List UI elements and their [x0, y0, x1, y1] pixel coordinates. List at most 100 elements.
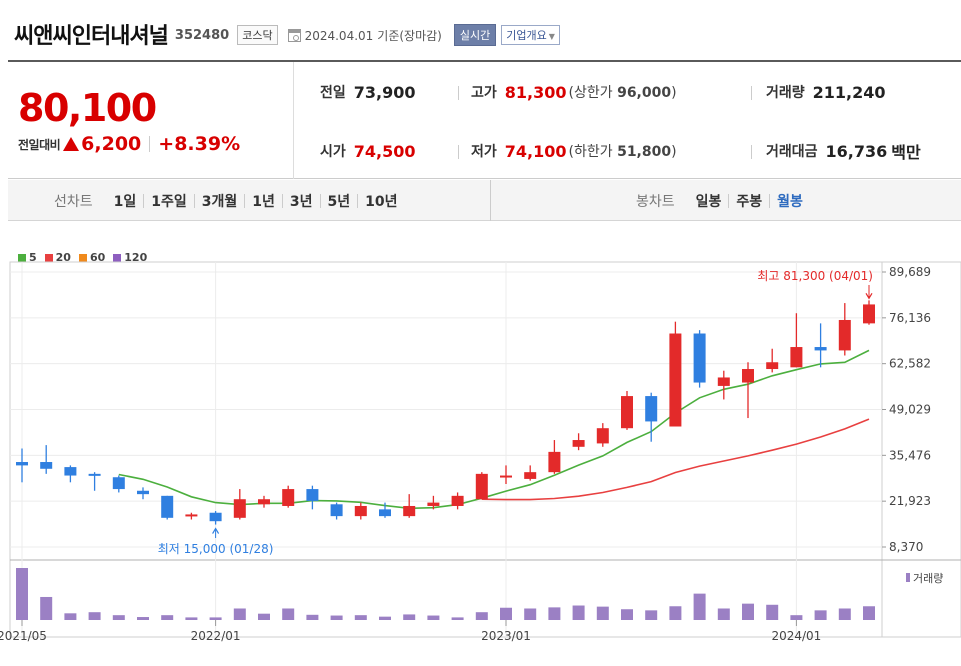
quote-panel: 80,100 전일대비 6,200 +8.39% 전일 73,900 고가 81… — [8, 60, 961, 179]
stock-code: 352480 — [174, 28, 230, 43]
volume-bar — [475, 612, 488, 620]
volume-bar — [693, 593, 706, 620]
candle-body — [258, 499, 270, 505]
candle-body — [16, 462, 28, 466]
candle-body — [40, 462, 53, 469]
change-value: 6,200 — [81, 133, 142, 155]
y-tick-label: 62,582 — [889, 357, 931, 371]
upper-limit-value: 96,000 — [617, 85, 672, 101]
min-annotation: 최저 15,000 (01/28) — [158, 542, 274, 556]
market-badge: 코스닥 — [237, 25, 278, 45]
candle-body — [451, 495, 464, 506]
low-price: 저가 74,100 (하한가 51,800) — [471, 139, 677, 163]
open-value: 74,500 — [353, 141, 416, 161]
candle-body — [838, 319, 851, 351]
candle-body — [64, 467, 77, 476]
high-price: 고가 81,300 (상한가 96,000) — [471, 80, 677, 104]
volume-bar — [451, 617, 464, 620]
candle-body — [475, 473, 488, 500]
realtime-button[interactable]: 실시간 — [453, 24, 497, 46]
tab-weekly[interactable]: 주봉 — [729, 191, 769, 211]
x-tick-label: 2022/01 — [191, 629, 241, 643]
lower-limit: (하한가 51,800) — [568, 144, 677, 160]
chevron-down-icon: ▼ — [548, 32, 555, 41]
tab-1y[interactable]: 1년 — [245, 191, 282, 211]
y-tick-label: 49,029 — [889, 403, 931, 417]
volume-bar — [209, 617, 222, 620]
divider — [751, 86, 752, 100]
candle-body — [572, 440, 585, 447]
company-overview-label: 기업개요 — [506, 29, 547, 42]
prev-close-label: 전일 — [320, 85, 346, 101]
volume-bar — [306, 614, 319, 620]
y-tick-label: 76,136 — [889, 311, 931, 325]
volume-bar — [814, 610, 827, 620]
stock-name: 씨앤씨인터내셔널 — [14, 24, 169, 49]
volume-bar — [161, 615, 174, 620]
divider — [490, 180, 491, 221]
candle-body — [354, 505, 367, 517]
volume-bar — [330, 615, 343, 620]
volume-bar — [500, 607, 512, 620]
volume-bar — [379, 616, 391, 620]
volume-bar — [427, 615, 440, 620]
volume-bar — [863, 606, 875, 620]
candlestick-chart: 8,370 21,923 35,476 49,029 62,582 76,136 89,68… — [0, 261, 961, 643]
volume-bar — [403, 614, 416, 620]
amount-label: 거래대금 — [766, 144, 818, 160]
volume: 거래량 211,240 — [766, 80, 886, 104]
x-tick-label: 2024/01 — [771, 629, 821, 643]
volume-label: 거래량 — [766, 85, 805, 101]
volume-bar — [621, 609, 633, 620]
candle-body — [379, 509, 391, 517]
price-summary: 80,100 전일대비 6,200 +8.39% — [8, 62, 294, 179]
change-label: 전일대비 — [18, 137, 61, 152]
lower-limit-label: 하한가 — [573, 144, 613, 160]
y-tick-label: 35,476 — [889, 448, 931, 462]
volume-bar — [258, 613, 270, 620]
candle-body — [306, 489, 319, 501]
candle-body — [863, 304, 875, 324]
x-tick-label: 2023/01 — [481, 629, 531, 643]
tab-10y[interactable]: 10년 — [358, 191, 404, 211]
volume-legend-swatch — [906, 573, 910, 582]
y-tick-label: 21,923 — [889, 494, 931, 508]
y-tick-label: 8,370 — [889, 540, 923, 554]
ma20-line — [481, 418, 870, 501]
tab-1d[interactable]: 1일 — [107, 191, 144, 211]
change-row: 전일대비 6,200 +8.39% — [18, 133, 240, 155]
amount-unit: 백만 — [891, 143, 921, 162]
candle-body — [621, 396, 633, 429]
candle-body — [814, 347, 827, 351]
volume-bar — [137, 617, 149, 620]
tab-daily[interactable]: 일봉 — [689, 191, 729, 211]
candle-body — [161, 495, 174, 518]
max-annotation: 최고 81,300 (04/01) — [757, 269, 873, 283]
candle-body — [427, 502, 440, 506]
tab-1w[interactable]: 1주일 — [144, 191, 194, 211]
candle-body — [185, 514, 198, 517]
volume-legend-label: 거래량 — [913, 572, 943, 585]
amount-value: 16,736 — [825, 141, 888, 161]
chart-tab-bar: 선차트 1일 1주일 3개월 1년 3년 5년 10년 봉차트 일봉 주봉 월봉 — [8, 180, 961, 221]
line-chart-title: 선차트 — [54, 193, 93, 210]
low-label: 저가 — [471, 144, 497, 160]
candle-chart-tabs: 봉차트 일봉 주봉 월봉 — [636, 180, 810, 221]
volume-bar — [112, 615, 125, 620]
company-overview-button[interactable]: 기업개요 ▼ — [501, 25, 560, 45]
volume-bar — [88, 612, 101, 620]
volume-bar — [282, 608, 295, 620]
prev-close-value: 73,900 — [353, 82, 416, 102]
volume-bar — [717, 608, 730, 620]
candle-body — [645, 396, 658, 422]
tab-5y[interactable]: 5년 — [321, 191, 358, 211]
candle-body — [596, 428, 609, 444]
candle-body — [548, 451, 561, 473]
candle-body — [717, 377, 730, 386]
volume-bar — [572, 605, 585, 620]
tab-monthly[interactable]: 월봉 — [770, 191, 810, 211]
high-value: 81,300 — [504, 82, 567, 102]
tab-3m[interactable]: 3개월 — [195, 191, 245, 211]
candle-body — [742, 369, 754, 383]
tab-3y[interactable]: 3년 — [283, 191, 320, 211]
